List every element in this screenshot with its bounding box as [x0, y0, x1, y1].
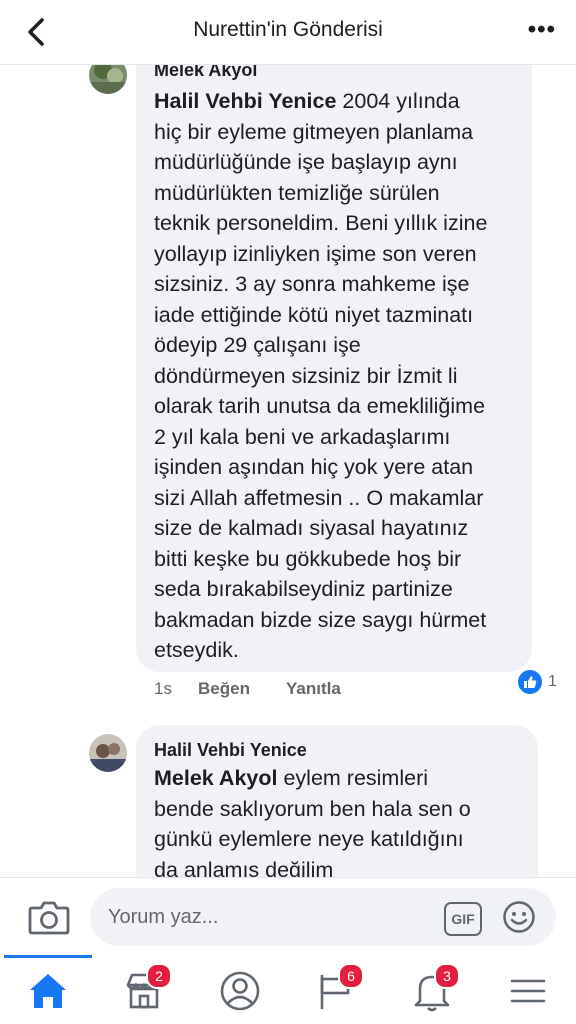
comment-placeholder: Yorum yaz...	[108, 906, 219, 928]
avatar[interactable]	[89, 734, 127, 772]
tab-home[interactable]	[24, 967, 72, 1015]
notifications-badge: 3	[434, 963, 460, 989]
active-tab-indicator	[4, 955, 92, 958]
menu-icon	[510, 979, 546, 1003]
top-bar: Nurettin'in Gönderisi •••	[0, 0, 576, 65]
reply-button[interactable]: Yanıtla	[286, 679, 341, 699]
home-icon	[30, 974, 66, 1008]
page-title: Nurettin'in Gönderisi	[193, 18, 383, 41]
tab-feeds[interactable]: 6	[312, 963, 364, 1015]
tab-marketplace[interactable]: 2	[120, 963, 172, 1015]
tab-notifications[interactable]: 3	[408, 963, 460, 1015]
profile-icon	[220, 971, 260, 1011]
reaction-count: 1	[548, 673, 557, 690]
tab-menu[interactable]	[504, 967, 552, 1015]
like-button[interactable]: Beğen	[198, 679, 250, 699]
tab-profile[interactable]	[216, 967, 264, 1015]
camera-icon[interactable]	[28, 898, 70, 936]
marketplace-badge: 2	[146, 963, 172, 989]
feeds-badge: 6	[338, 963, 364, 989]
gif-button[interactable]: GIF	[444, 902, 482, 936]
comment-text: Melek Akyol eylem resimleri bende saklıy…	[154, 766, 471, 882]
thumbs-up-icon	[516, 668, 544, 696]
comment-composer: Yorum yaz... GIF	[0, 877, 576, 956]
comment-input[interactable]: Yorum yaz... GIF	[90, 888, 556, 946]
mention-link[interactable]: Halil Vehbi Yenice	[154, 89, 336, 113]
reaction-summary[interactable]: 1	[516, 668, 557, 696]
more-options-icon[interactable]: •••	[528, 16, 556, 44]
comment-timestamp: 1s	[154, 679, 172, 698]
comment-author[interactable]: Halil Vehbi Yenice	[154, 740, 307, 761]
bottom-tab-bar: 2 6 3	[0, 955, 576, 1024]
emoji-icon[interactable]	[502, 900, 536, 934]
mention-link[interactable]: Melek Akyol	[154, 766, 277, 790]
comment-text: Halil Vehbi Yenice 2004 yılında hiç bir …	[154, 89, 488, 662]
avatar-photo-icon	[89, 734, 127, 772]
